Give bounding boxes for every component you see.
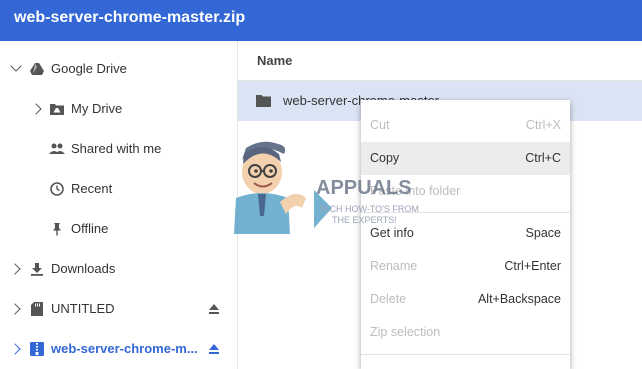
directory-tree: Google Drive My Drive Shared with me Rec… — [0, 41, 237, 369]
clock-icon — [50, 182, 64, 196]
context-menu: Cut Ctrl+X Copy Ctrl+C Paste into folder… — [361, 100, 570, 369]
tree-item-downloads[interactable]: Downloads — [0, 249, 237, 289]
tree-item-zip-archive[interactable]: web-server-chrome-m... — [0, 329, 237, 369]
column-header-name[interactable]: Name — [238, 41, 642, 81]
google-drive-icon — [30, 63, 44, 75]
pin-icon — [53, 223, 61, 236]
tree-item-label: Shared with me — [71, 141, 162, 156]
eject-icon[interactable] — [208, 303, 220, 315]
tree-item-label: web-server-chrome-m... — [51, 341, 198, 356]
menu-item-label: Cut — [370, 118, 390, 132]
menu-item-label: Get info — [370, 226, 414, 240]
menu-item-rename[interactable]: Rename Ctrl+Enter — [361, 250, 570, 283]
menu-item-cut[interactable]: Cut Ctrl+X — [361, 109, 570, 142]
menu-item-shortcut: Ctrl+C — [525, 151, 561, 165]
menu-item-get-info[interactable]: Get info Space — [361, 217, 570, 250]
menu-item-shortcut: Alt+Backspace — [477, 292, 561, 306]
menu-item-paste-into-folder[interactable]: Paste into folder — [361, 175, 570, 208]
tree-item-label: Downloads — [51, 261, 116, 276]
tree-item-my-drive[interactable]: My Drive — [0, 89, 237, 129]
tree-item-label: My Drive — [71, 101, 123, 116]
menu-item-copy[interactable]: Copy Ctrl+C — [361, 142, 570, 175]
menu-separator — [361, 354, 570, 355]
tree-item-label: Offline — [71, 221, 109, 236]
menu-separator — [361, 212, 570, 213]
tree-item-shared-with-me[interactable]: Shared with me — [0, 129, 237, 169]
title-bar: web-server-chrome-master.zip — [0, 0, 642, 41]
menu-item-label: Copy — [370, 151, 400, 165]
zip-archive-icon — [30, 342, 44, 356]
column-header-label: Name — [257, 53, 293, 68]
download-icon — [31, 263, 43, 276]
tree-item-untitled[interactable]: UNTITLED — [0, 289, 237, 329]
menu-item-label: Paste into folder — [370, 184, 461, 198]
menu-item-shortcut: Ctrl+X — [525, 118, 561, 132]
menu-item-shortcut: Ctrl+Enter — [504, 259, 561, 273]
tree-item-offline[interactable]: Offline — [0, 209, 237, 249]
menu-item-shortcut: Space — [525, 226, 561, 240]
menu-item-label: Delete — [370, 292, 407, 306]
people-icon — [49, 143, 65, 154]
chevron-right-icon[interactable] — [9, 303, 21, 315]
menu-item-delete[interactable]: Delete Alt+Backspace — [361, 283, 570, 316]
tree-item-google-drive[interactable]: Google Drive — [0, 49, 237, 89]
drive-folder-icon — [50, 104, 64, 115]
tree-item-label: Google Drive — [51, 61, 127, 76]
chevron-right-icon[interactable] — [9, 263, 21, 275]
sd-card-icon — [31, 302, 43, 316]
menu-item-label: Rename — [370, 259, 418, 273]
menu-item-label: Zip selection — [370, 325, 441, 339]
folder-icon — [256, 95, 271, 107]
chevron-down-icon[interactable] — [10, 60, 22, 72]
tree-item-label: Recent — [71, 181, 113, 196]
tree-item-label: UNTITLED — [51, 301, 115, 316]
eject-icon[interactable] — [208, 343, 220, 355]
menu-item-zip-selection[interactable]: Zip selection — [361, 316, 570, 349]
window-title: web-server-chrome-master.zip — [14, 9, 246, 26]
tree-item-recent[interactable]: Recent — [0, 169, 237, 209]
chevron-right-icon[interactable] — [30, 103, 42, 115]
chevron-right-icon[interactable] — [9, 343, 21, 355]
